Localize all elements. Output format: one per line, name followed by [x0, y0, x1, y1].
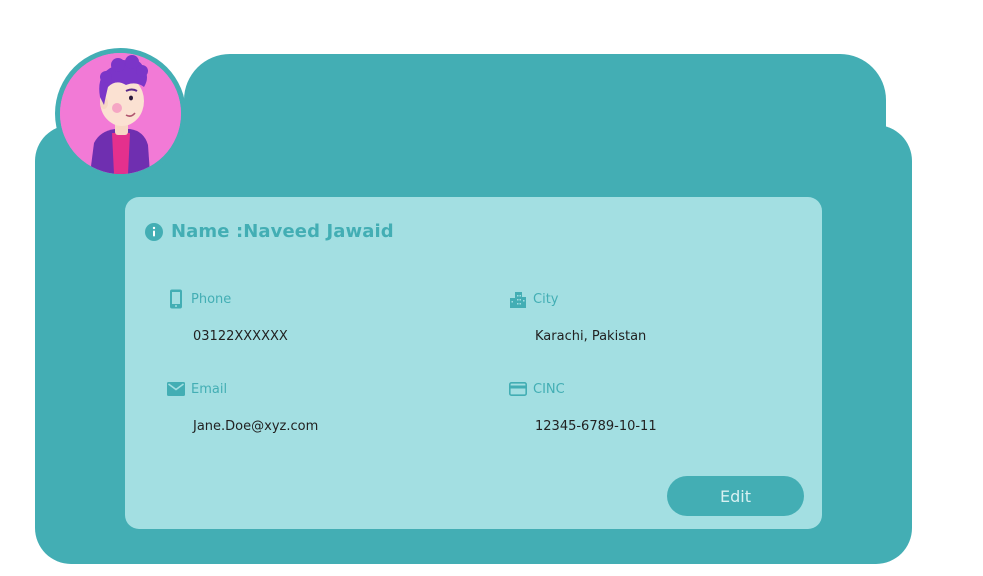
avatar[interactable]	[60, 53, 181, 174]
avatar-frame	[55, 48, 186, 179]
profile-info-panel: Name : Naveed Jawaid Phone 03122XXXXXX C…	[125, 197, 822, 529]
email-label: Email	[191, 381, 228, 397]
phone-label: Phone	[191, 291, 232, 307]
phone-icon	[167, 289, 185, 309]
city-field: City Karachi, Pakistan	[509, 289, 646, 344]
edit-button[interactable]: Edit	[667, 476, 804, 516]
phone-field: Phone 03122XXXXXX	[167, 289, 288, 344]
avatar-illustration	[60, 53, 181, 174]
city-label: City	[533, 291, 559, 307]
name-label: Name :	[171, 221, 244, 242]
email-icon	[167, 379, 185, 399]
cinc-value: 12345-6789-10-11	[535, 419, 657, 434]
card-icon	[509, 379, 527, 399]
name-row: Name : Naveed Jawaid	[145, 221, 394, 242]
name-value: Naveed Jawaid	[243, 221, 394, 242]
cinc-label: CINC	[533, 381, 565, 397]
city-value: Karachi, Pakistan	[535, 329, 647, 344]
phone-value: 03122XXXXXX	[193, 329, 288, 344]
email-value: Jane.Doe@xyz.com	[193, 419, 319, 434]
city-icon	[509, 289, 527, 309]
email-field: Email Jane.Doe@xyz.com	[167, 379, 318, 434]
info-icon	[145, 222, 163, 241]
cinc-field: CINC 12345-6789-10-11	[509, 379, 657, 434]
